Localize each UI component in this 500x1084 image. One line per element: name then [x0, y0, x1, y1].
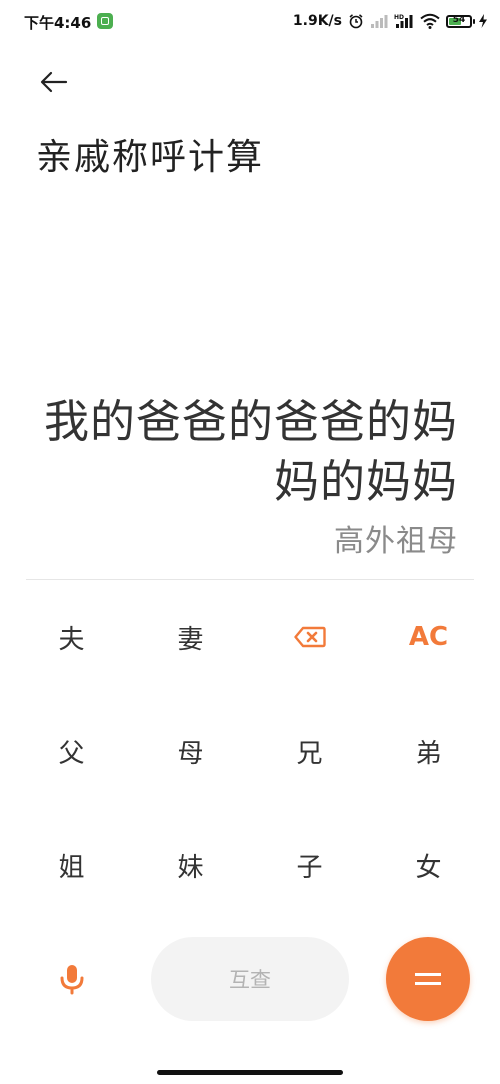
back-button[interactable] [34, 62, 74, 102]
signal-icon [371, 15, 388, 28]
equals-icon [415, 973, 441, 985]
key-daughter[interactable]: 女 [369, 808, 488, 922]
equals-button[interactable] [386, 937, 470, 1021]
backspace-button[interactable] [250, 580, 369, 694]
reverse-lookup-button[interactable]: 互查 [151, 937, 349, 1021]
hd-signal-icon: HD [394, 14, 413, 28]
arrow-left-icon [40, 71, 68, 93]
keypad: 夫 妻 AC 父 母 兄 弟 姐 妹 子 女 [12, 580, 488, 922]
key-younger-sister[interactable]: 妹 [131, 808, 250, 922]
key-son[interactable]: 子 [250, 808, 369, 922]
app-notification-icon [97, 13, 113, 29]
status-bar: 下午4:46 1.9K/s HD 54 [0, 0, 500, 44]
microphone-icon [60, 965, 84, 995]
network-speed: 1.9K/s [292, 13, 342, 29]
battery-icon: 54 [446, 14, 475, 28]
key-younger-brother[interactable]: 弟 [369, 694, 488, 808]
key-wife[interactable]: 妻 [131, 580, 250, 694]
expression-display: 我的爸爸的爸爸的妈妈的妈妈 [43, 395, 458, 508]
key-mother[interactable]: 母 [131, 694, 250, 808]
wifi-icon [420, 13, 440, 29]
voice-input-button[interactable] [48, 955, 96, 1003]
result-display: 高外祖母 [334, 524, 458, 559]
status-icons: 1.9K/s HD 54 [293, 10, 488, 32]
battery-level: 54 [452, 14, 466, 25]
svg-text:HD: HD [394, 14, 404, 21]
status-time: 下午4:46 [24, 14, 92, 32]
backspace-icon [293, 626, 326, 648]
charging-icon [479, 14, 487, 28]
key-husband[interactable]: 夫 [12, 580, 131, 694]
clear-all-button[interactable]: AC [369, 580, 488, 694]
page-title: 亲戚称呼计算 [36, 137, 265, 178]
key-father[interactable]: 父 [12, 694, 131, 808]
alarm-icon [349, 14, 363, 29]
key-elder-sister[interactable]: 姐 [12, 808, 131, 922]
key-elder-brother[interactable]: 兄 [250, 694, 369, 808]
home-indicator[interactable] [157, 1070, 343, 1075]
